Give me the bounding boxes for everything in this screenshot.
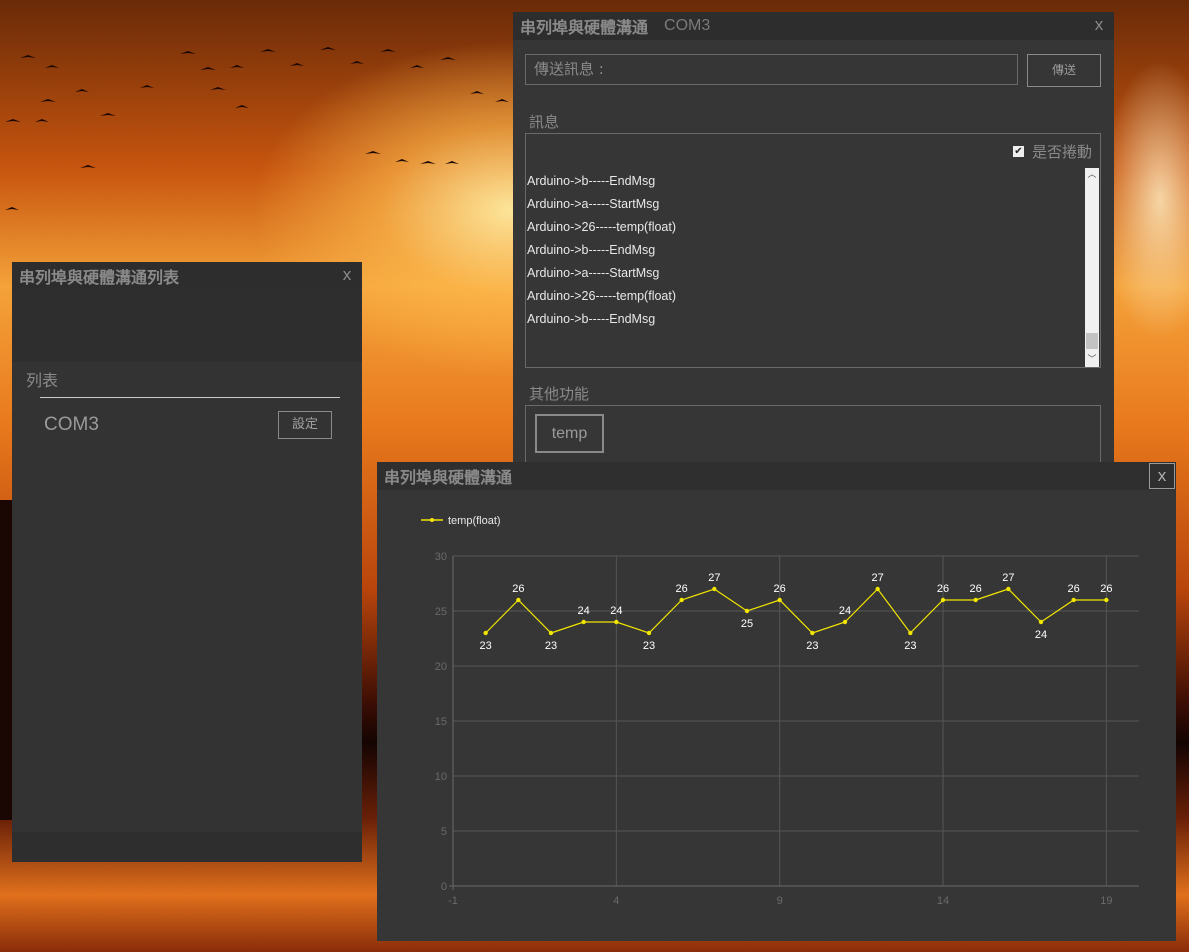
y-tick-label: 0: [441, 881, 447, 893]
x-tick-label: -1: [448, 895, 458, 907]
data-point: [712, 586, 717, 592]
data-label: 27: [708, 572, 720, 584]
comm-close-button[interactable]: x: [1090, 15, 1108, 35]
y-tick-label: 25: [435, 606, 447, 618]
message-line: Arduino->26-----temp(float): [527, 220, 677, 234]
x-tick-label: 14: [937, 895, 949, 907]
data-label: 26: [937, 583, 949, 595]
temp-button[interactable]: temp: [535, 414, 604, 453]
data-label: 24: [1035, 629, 1047, 641]
background-birds: [5, 47, 509, 210]
chart-close-button[interactable]: x: [1149, 463, 1175, 489]
data-label: 24: [578, 605, 590, 617]
x-tick-label: 19: [1100, 895, 1112, 907]
data-point: [810, 630, 815, 636]
autoscroll-checkbox[interactable]: ✔ 是否捲動: [1012, 141, 1092, 162]
data-point: [1104, 597, 1109, 603]
list-footer-band: [12, 832, 362, 862]
autoscroll-label: 是否捲動: [1031, 143, 1092, 161]
data-point: [483, 630, 488, 636]
data-point: [1006, 586, 1011, 592]
serial-list-window: 串列埠與硬體溝通列表 x 列表 COM3 設定: [12, 262, 362, 862]
legend-marker: [430, 518, 434, 522]
data-point: [646, 630, 652, 636]
data-point: [777, 597, 782, 603]
list-header-band: [12, 290, 362, 362]
data-label: 26: [512, 583, 524, 595]
data-point: [516, 597, 521, 603]
message-line: Arduino->b-----EndMsg: [527, 312, 656, 326]
message-line: Arduino->26-----temp(float): [527, 289, 677, 303]
message-line: Arduino->b-----EndMsg: [527, 174, 656, 188]
data-label: 23: [545, 640, 557, 652]
data-label: 24: [610, 605, 622, 617]
y-tick-label: 5: [441, 826, 447, 838]
data-point: [875, 586, 880, 592]
port-item-name: COM3: [44, 414, 99, 435]
data-label: 25: [741, 618, 753, 630]
send-button[interactable]: 傳送: [1027, 54, 1101, 87]
data-label: 26: [970, 583, 982, 595]
data-point: [1071, 597, 1076, 603]
scroll-down-icon[interactable]: ﹀: [1085, 353, 1099, 367]
chart-window-title: 串列埠與硬體溝通: [384, 470, 513, 487]
port-settings-button[interactable]: 設定: [278, 411, 332, 439]
y-tick-label: 10: [435, 771, 447, 783]
chart-titlebar[interactable]: 串列埠與硬體溝通: [377, 462, 1176, 490]
comm-titlebar[interactable]: 串列埠與硬體溝通 COM3: [513, 12, 1114, 40]
list-window-title: 串列埠與硬體溝通列表: [19, 270, 180, 287]
data-point: [679, 597, 684, 603]
list-titlebar[interactable]: 串列埠與硬體溝通列表: [12, 262, 362, 290]
temperature-chart: 0 5 10 15 20 25 30 -1 4 9 14 19 temp(float) 23 26 23 24 2…: [421, 515, 1139, 907]
scrollbar-thumb[interactable]: [1086, 333, 1098, 349]
other-functions-label: 其他功能: [529, 385, 590, 403]
send-message-input[interactable]: 傳送訊息 :: [525, 54, 1018, 85]
data-point: [842, 619, 848, 625]
data-label: 27: [872, 572, 884, 584]
legend-label: temp(float): [448, 515, 501, 527]
message-line: Arduino->b-----EndMsg: [527, 243, 656, 257]
scroll-up-icon[interactable]: ︿: [1085, 168, 1099, 182]
comm-port-label: COM3: [664, 17, 711, 34]
data-label: 26: [1100, 583, 1112, 595]
data-point: [1038, 619, 1044, 625]
y-tick-label: 20: [435, 661, 447, 673]
serial-comm-window: 串列埠與硬體溝通 COM3 x 傳送訊息 : 傳送 訊息 ✔ 是否捲動 Ardu…: [513, 12, 1114, 475]
checkbox-checked-icon[interactable]: ✔: [1012, 146, 1024, 157]
list-divider: [40, 397, 340, 398]
message-line: Arduino->a-----StartMsg: [527, 197, 660, 211]
data-label: 23: [480, 640, 492, 652]
comm-window-title: 串列埠與硬體溝通: [520, 20, 649, 37]
data-point: [973, 597, 978, 603]
data-label: 24: [839, 605, 851, 617]
message-log[interactable]: ✔ 是否捲動 Arduino->b-----EndMsg Arduino->a-…: [525, 133, 1101, 368]
x-tick-label: 4: [613, 895, 619, 907]
data-point: [581, 619, 586, 625]
data-point: [940, 597, 946, 603]
y-tick-label: 30: [435, 551, 447, 563]
message-lines: Arduino->b-----EndMsg Arduino->a-----Sta…: [527, 170, 676, 331]
chart-window: 串列埠與硬體溝通 x 0 5 10 15 20 25 30 -1 4 9 14 19 temp(floa…: [377, 462, 1176, 941]
data-label: 23: [643, 640, 655, 652]
data-label: 27: [1002, 572, 1014, 584]
data-label: 26: [676, 583, 688, 595]
data-label: 26: [1068, 583, 1080, 595]
data-point: [548, 630, 554, 636]
data-point: [908, 630, 913, 636]
data-point: [614, 619, 619, 625]
message-scrollbar[interactable]: ︿ ﹀: [1085, 168, 1099, 367]
y-tick-label: 15: [435, 716, 447, 728]
data-point: [744, 608, 750, 614]
data-label: 23: [904, 640, 916, 652]
messages-section-label: 訊息: [529, 113, 560, 131]
data-label: 26: [774, 583, 786, 595]
x-tick-label: 9: [777, 895, 783, 907]
list-close-button[interactable]: x: [338, 265, 356, 285]
data-label: 23: [806, 640, 818, 652]
list-section-label: 列表: [26, 371, 59, 390]
message-line: Arduino->a-----StartMsg: [527, 266, 660, 280]
